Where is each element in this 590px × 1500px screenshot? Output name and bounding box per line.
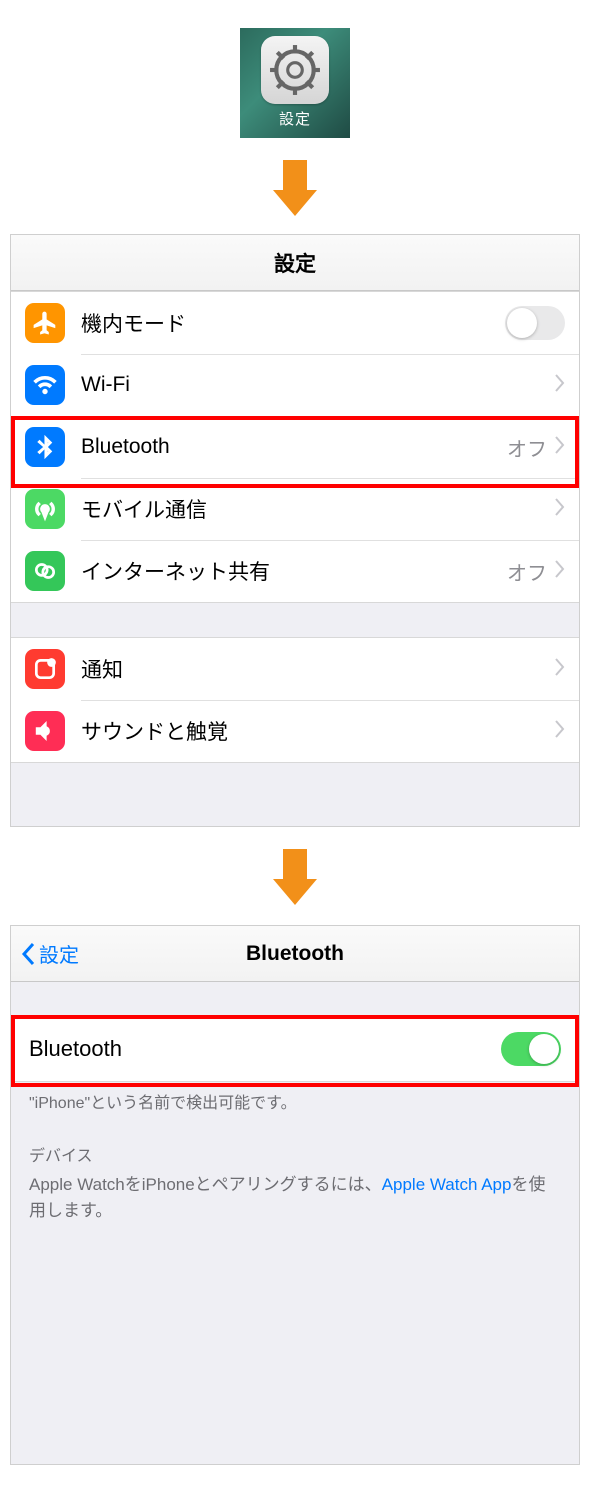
hotspot-icon: [25, 551, 65, 591]
row-bluetooth-detail: オフ: [507, 433, 547, 462]
bluetooth-nav-bar: 設定 Bluetooth: [11, 926, 579, 982]
settings-nav-title: 設定: [274, 248, 316, 278]
bluetooth-screen: 設定 Bluetooth Bluetooth "iPhone"という名前で検出可…: [10, 925, 580, 1465]
settings-nav-bar: 設定: [11, 235, 579, 291]
chevron-right-icon: [555, 498, 565, 521]
bluetooth-nav-title: Bluetooth: [246, 942, 344, 966]
bluetooth-toggle[interactable]: [501, 1032, 561, 1066]
arrow-down-2: [0, 849, 590, 905]
pair-text-prefix: Apple WatchをiPhoneとペアリングするには、: [29, 1175, 382, 1194]
row-notifications-label: 通知: [81, 654, 555, 684]
devices-section-header: デバイス: [11, 1116, 579, 1172]
row-bluetooth-label: Bluetooth: [81, 435, 507, 459]
settings-app-icon[interactable]: 設定: [240, 28, 350, 138]
pair-instructions: Apple WatchをiPhoneとペアリングするには、Apple Watch…: [11, 1172, 579, 1223]
row-bluetooth[interactable]: Bluetooth オフ: [11, 416, 579, 478]
row-wifi-label: Wi-Fi: [81, 373, 555, 397]
bluetooth-toggle-group: Bluetooth: [11, 1016, 579, 1082]
settings-app-icon-label: 設定: [279, 108, 311, 129]
row-hotspot-detail: オフ: [507, 557, 547, 586]
settings-group-connectivity: 機内モード Wi-Fi Bluetooth オフ モバイル通信: [11, 291, 579, 603]
row-sounds-label: サウンドと触覚: [81, 716, 555, 746]
gear-icon: [269, 44, 321, 96]
settings-group-alerts: 通知 サウンドと触覚: [11, 637, 579, 763]
sounds-icon: [25, 711, 65, 751]
settings-app-icon-step: 設定: [0, 0, 590, 138]
row-sounds[interactable]: サウンドと触覚: [11, 700, 579, 762]
row-airplane-mode[interactable]: 機内モード: [11, 292, 579, 354]
discoverable-text: "iPhone"という名前で検出可能です。: [11, 1082, 579, 1116]
chevron-left-icon: [21, 942, 35, 966]
airplane-toggle[interactable]: [505, 306, 565, 340]
row-notifications[interactable]: 通知: [11, 638, 579, 700]
chevron-right-icon: [555, 658, 565, 681]
row-cellular-label: モバイル通信: [81, 494, 555, 524]
row-hotspot-label: インターネット共有: [81, 556, 507, 586]
airplane-icon: [25, 303, 65, 343]
back-label: 設定: [39, 939, 79, 968]
chevron-right-icon: [555, 720, 565, 743]
settings-screen: 設定 機内モード Wi-Fi Bluetooth オフ: [10, 234, 580, 827]
row-bluetooth-toggle[interactable]: Bluetooth: [11, 1016, 579, 1082]
chevron-right-icon: [555, 560, 565, 583]
arrow-down-1: [0, 160, 590, 216]
cellular-icon: [25, 489, 65, 529]
chevron-right-icon: [555, 374, 565, 397]
row-wifi[interactable]: Wi-Fi: [11, 354, 579, 416]
settings-app-icon-tile: [261, 36, 329, 104]
apple-watch-app-link[interactable]: Apple Watch App: [382, 1175, 512, 1194]
back-button[interactable]: 設定: [21, 926, 79, 981]
bluetooth-toggle-label: Bluetooth: [29, 1036, 501, 1062]
row-hotspot[interactable]: インターネット共有 オフ: [11, 540, 579, 602]
notifications-icon: [25, 649, 65, 689]
row-cellular[interactable]: モバイル通信: [11, 478, 579, 540]
chevron-right-icon: [555, 436, 565, 459]
bluetooth-icon: [25, 427, 65, 467]
wifi-icon: [25, 365, 65, 405]
row-airplane-label: 機内モード: [81, 308, 505, 338]
